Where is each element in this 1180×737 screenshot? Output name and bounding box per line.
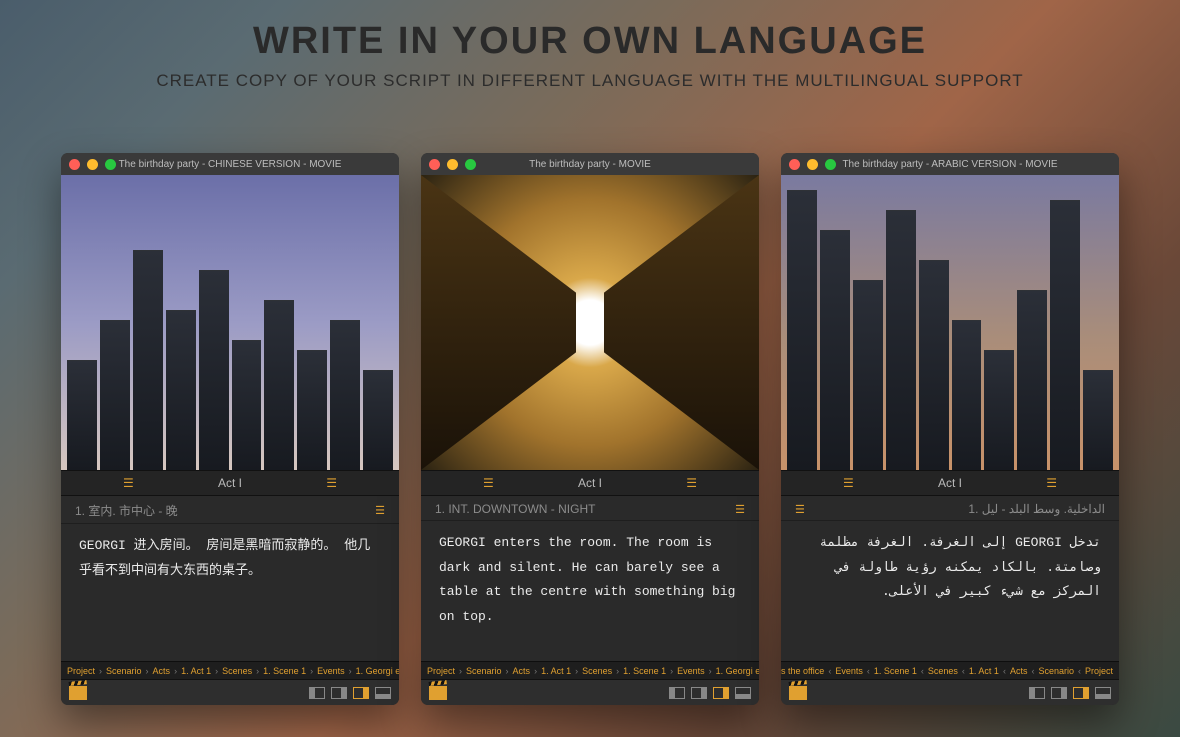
layout-active-icon[interactable]	[713, 687, 729, 699]
scene-hero-image	[421, 175, 759, 470]
scene-menu-icon[interactable]: ☰	[795, 503, 805, 516]
script-body[interactable]: GEORGI 进入房间。 房间是黑暗而寂静的。 他几乎看不到中间有大东西的桌子。	[61, 524, 399, 661]
traffic-lights	[789, 159, 836, 170]
layout-right-icon[interactable]	[1051, 687, 1067, 699]
act-bar: ☰ Act I ☰	[781, 470, 1119, 496]
zoom-icon[interactable]	[105, 159, 116, 170]
scene-hero-image	[61, 175, 399, 470]
scene-menu-icon[interactable]: ☰	[375, 504, 385, 517]
layout-left-icon[interactable]	[309, 687, 325, 699]
breadcrumb[interactable]: Project‹ Scenario‹ Acts‹ 1. Act 1‹ Scene…	[781, 661, 1119, 679]
close-icon[interactable]	[69, 159, 80, 170]
crumb[interactable]: 1. Georgi enters the office	[356, 666, 399, 676]
scene-hero-image	[781, 175, 1119, 470]
zoom-icon[interactable]	[825, 159, 836, 170]
crumb[interactable]: 1. Scene 1	[623, 666, 666, 676]
layout-switcher	[669, 687, 751, 699]
breadcrumb[interactable]: Project› Scenario› Acts› 1. Act 1› Scene…	[61, 661, 399, 679]
clapperboard-icon[interactable]	[69, 686, 87, 700]
zoom-icon[interactable]	[465, 159, 476, 170]
crumb[interactable]: Events	[317, 666, 345, 676]
crumb[interactable]: 1. Georgi enters the office	[716, 666, 759, 676]
minimize-icon[interactable]	[87, 159, 98, 170]
act-label: Act I	[218, 476, 242, 490]
clapperboard-icon[interactable]	[789, 686, 807, 700]
script-body[interactable]: تدخل GEORGI إلى الغرفة. الغرفة مظلمة وصا…	[781, 521, 1119, 661]
script-body[interactable]: GEORGI enters the room. The room is dark…	[421, 521, 759, 661]
crumb[interactable]: Project	[1085, 666, 1113, 676]
act-bar: ☰ Act I ☰	[421, 470, 759, 496]
crumb[interactable]: Acts	[153, 666, 171, 676]
layout-left-icon[interactable]	[1029, 687, 1045, 699]
scene-menu-icon[interactable]: ☰	[735, 503, 745, 516]
bottom-toolbar	[421, 679, 759, 705]
crumb[interactable]: 1. Georgi enters the office	[781, 666, 824, 676]
act-label: Act I	[578, 476, 602, 490]
layout-active-icon[interactable]	[1073, 687, 1089, 699]
clapperboard-icon[interactable]	[429, 686, 447, 700]
bottom-toolbar	[61, 679, 399, 705]
breadcrumb[interactable]: Project› Scenario› Acts› 1. Act 1› Scene…	[421, 661, 759, 679]
traffic-lights	[429, 159, 476, 170]
act-menu-icon[interactable]: ☰	[326, 477, 337, 489]
act-menu-icon[interactable]: ☰	[1046, 477, 1057, 489]
layout-right-icon[interactable]	[691, 687, 707, 699]
act-menu-icon[interactable]: ☰	[686, 477, 697, 489]
act-menu-icon[interactable]: ☰	[843, 477, 854, 489]
crumb[interactable]: Project	[427, 666, 455, 676]
crumb[interactable]: 1. Act 1	[181, 666, 211, 676]
titlebar[interactable]: The birthday party - MOVIE	[421, 153, 759, 175]
marketing-hero: WRITE IN YOUR OWN LANGUAGE CREATE COPY O…	[0, 0, 1180, 91]
crumb[interactable]: Scenario	[106, 666, 142, 676]
app-window-english: The birthday party - MOVIE ☰ Act I ☰ 1. …	[421, 153, 759, 705]
layout-switcher	[309, 687, 391, 699]
crumb[interactable]: 1. Scene 1	[874, 666, 917, 676]
close-icon[interactable]	[789, 159, 800, 170]
minimize-icon[interactable]	[447, 159, 458, 170]
traffic-lights	[69, 159, 116, 170]
layout-bottom-icon[interactable]	[735, 687, 751, 699]
act-label: Act I	[938, 476, 962, 490]
hero-title: WRITE IN YOUR OWN LANGUAGE	[0, 20, 1180, 63]
scene-heading-row: 1. الداخلية. وسط البلد - ليل ☰	[781, 496, 1119, 521]
crumb[interactable]: 1. Act 1	[969, 666, 999, 676]
crumb[interactable]: Project	[67, 666, 95, 676]
crumb[interactable]: Events	[677, 666, 705, 676]
scene-heading: 1. الداخلية. وسط البلد - ليل	[968, 502, 1105, 516]
titlebar[interactable]: The birthday party - CHINESE VERSION - M…	[61, 153, 399, 175]
app-window-arabic: The birthday party - ARABIC VERSION - MO…	[781, 153, 1119, 705]
layout-right-icon[interactable]	[331, 687, 347, 699]
crumb[interactable]: 1. Act 1	[541, 666, 571, 676]
crumb[interactable]: Events	[835, 666, 863, 676]
crumb[interactable]: Scenario	[466, 666, 502, 676]
scene-heading: 1. 室内. 市中心 - 晚	[75, 502, 178, 519]
bottom-toolbar	[781, 679, 1119, 705]
titlebar[interactable]: The birthday party - ARABIC VERSION - MO…	[781, 153, 1119, 175]
layout-left-icon[interactable]	[669, 687, 685, 699]
app-window-chinese: The birthday party - CHINESE VERSION - M…	[61, 153, 399, 705]
minimize-icon[interactable]	[807, 159, 818, 170]
scene-heading-row: 1. INT. DOWNTOWN - NIGHT ☰	[421, 496, 759, 521]
window-row: The birthday party - CHINESE VERSION - M…	[0, 153, 1180, 705]
scene-heading-row: 1. 室内. 市中心 - 晚 ☰	[61, 496, 399, 524]
act-menu-icon[interactable]: ☰	[483, 477, 494, 489]
act-menu-icon[interactable]: ☰	[123, 477, 134, 489]
crumb[interactable]: Scenes	[928, 666, 958, 676]
crumb[interactable]: Scenes	[582, 666, 612, 676]
crumb[interactable]: Acts	[1010, 666, 1028, 676]
layout-active-icon[interactable]	[353, 687, 369, 699]
crumb[interactable]: Scenes	[222, 666, 252, 676]
crumb[interactable]: 1. Scene 1	[263, 666, 306, 676]
scene-heading: 1. INT. DOWNTOWN - NIGHT	[435, 502, 595, 516]
layout-bottom-icon[interactable]	[375, 687, 391, 699]
crumb[interactable]: Scenario	[1038, 666, 1074, 676]
layout-switcher	[1029, 687, 1111, 699]
hero-subtitle: CREATE COPY OF YOUR SCRIPT IN DIFFERENT …	[0, 71, 1180, 91]
close-icon[interactable]	[429, 159, 440, 170]
crumb[interactable]: Acts	[513, 666, 531, 676]
layout-bottom-icon[interactable]	[1095, 687, 1111, 699]
act-bar: ☰ Act I ☰	[61, 470, 399, 496]
